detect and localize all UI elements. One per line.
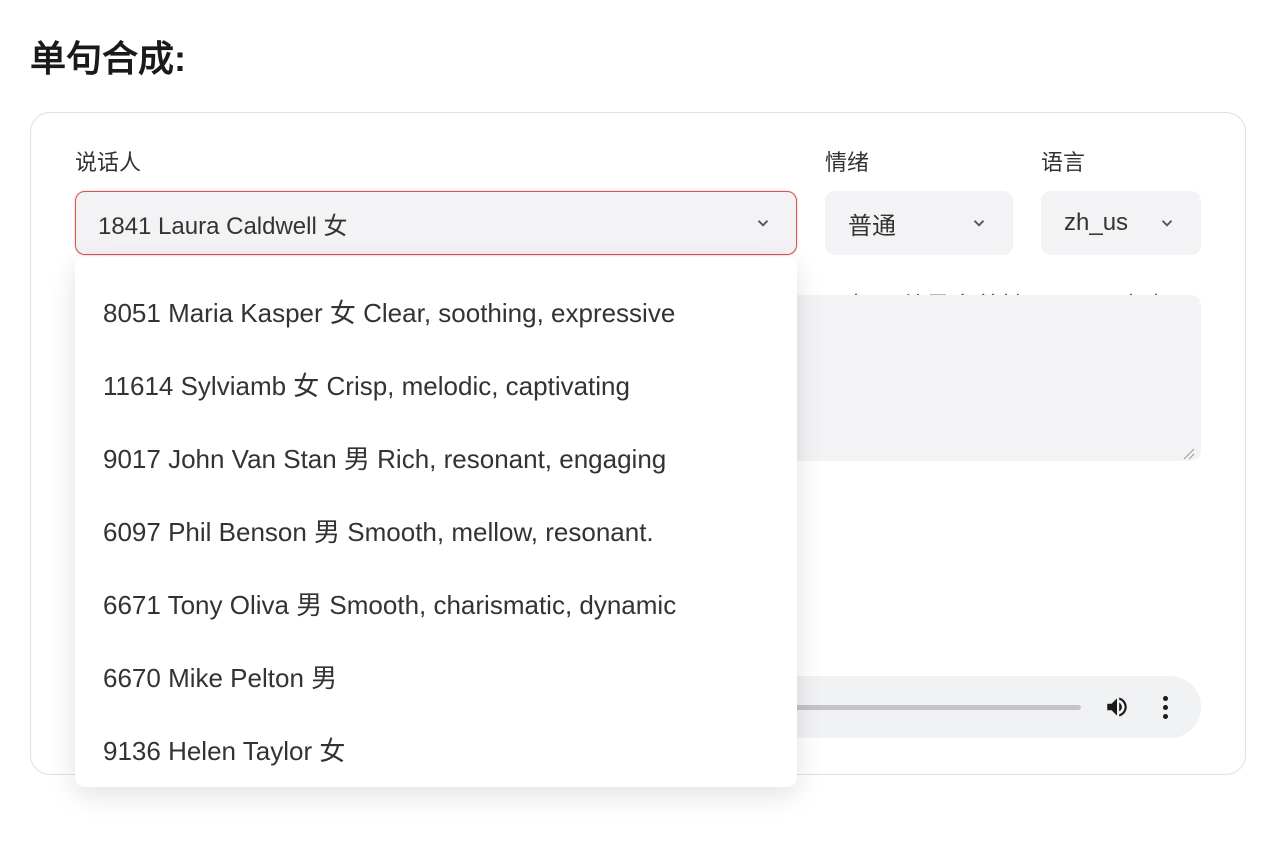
language-select[interactable]: zh_us xyxy=(1041,191,1201,255)
speaker-option[interactable]: 6097 Phil Benson 男 Smooth, mellow, reson… xyxy=(75,494,797,567)
speaker-option[interactable]: 6671 Tony Oliva 男 Smooth, charismatic, d… xyxy=(75,567,797,640)
emotion-selected-value: 普通 xyxy=(848,206,896,241)
speaker-label: 说话人 xyxy=(75,145,797,177)
speaker-dropdown: 8051 Maria Kasper 女 Clear, soothing, exp… xyxy=(75,257,797,787)
page-title: 单句合成: xyxy=(30,30,1246,82)
speaker-option[interactable]: 11614 Sylviamb 女 Crisp, melodic, captiva… xyxy=(75,348,797,421)
chevron-down-icon xyxy=(968,212,990,234)
emotion-field: 情绪 普通 xyxy=(825,145,1013,255)
speaker-option[interactable]: 11697 Celine Major 女 xyxy=(75,786,797,787)
chevron-down-icon xyxy=(752,212,774,234)
synthesis-panel: i3综合社区 www.i3zh.com 说话人 1841 Laura Caldw… xyxy=(30,112,1246,775)
speaker-field: 说话人 1841 Laura Caldwell 女 8051 Maria Kas… xyxy=(75,145,797,255)
controls-row: 说话人 1841 Laura Caldwell 女 8051 Maria Kas… xyxy=(75,145,1201,255)
chevron-down-icon xyxy=(1156,212,1178,234)
language-selected-value: zh_us xyxy=(1064,209,1128,237)
emotion-select[interactable]: 普通 xyxy=(825,191,1013,255)
speaker-option[interactable]: 8051 Maria Kasper 女 Clear, soothing, exp… xyxy=(75,275,797,348)
speaker-option[interactable]: 6670 Mike Pelton 男 xyxy=(75,640,797,713)
speaker-select[interactable]: 1841 Laura Caldwell 女 xyxy=(75,191,797,255)
volume-icon[interactable] xyxy=(1103,693,1131,721)
language-field: 语言 zh_us xyxy=(1041,145,1201,255)
audio-menu-button[interactable] xyxy=(1153,693,1177,721)
emotion-label: 情绪 xyxy=(825,145,1013,177)
language-label: 语言 xyxy=(1041,145,1201,177)
speaker-selected-value: 1841 Laura Caldwell 女 xyxy=(98,206,347,241)
speaker-option[interactable]: 9017 John Van Stan 男 Rich, resonant, eng… xyxy=(75,421,797,494)
speaker-option[interactable]: 9136 Helen Taylor 女 xyxy=(75,713,797,786)
